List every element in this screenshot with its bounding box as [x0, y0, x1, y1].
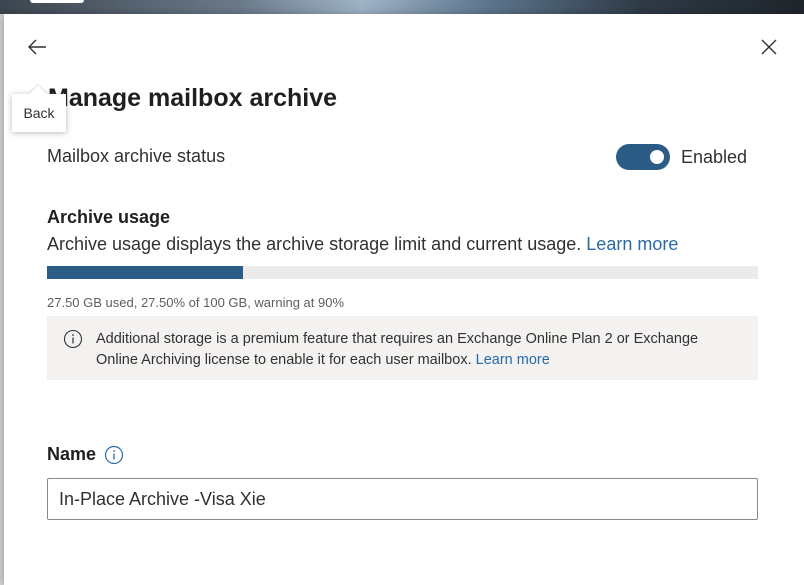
archive-status-toggle-group: Enabled [616, 144, 747, 170]
archive-usage-progress-bar [47, 266, 758, 279]
archive-status-toggle[interactable] [616, 144, 670, 170]
premium-storage-notice-text: Additional storage is a premium feature … [96, 329, 736, 371]
premium-storage-learn-more-link[interactable]: Learn more [476, 352, 550, 368]
name-field-label: Name [47, 444, 124, 465]
back-button[interactable] [22, 32, 52, 62]
premium-storage-notice: Additional storage is a premium feature … [47, 316, 758, 380]
page-title: Manage mailbox archive [48, 84, 338, 112]
name-label-text: Name [47, 444, 97, 464]
background-banner [0, 0, 804, 14]
name-input[interactable] [47, 478, 758, 520]
background-tab-fragment [30, 0, 84, 3]
archive-usage-description: Archive usage displays the archive stora… [47, 234, 678, 255]
archive-status-row: Mailbox archive status Enabled [47, 144, 747, 170]
archive-usage-heading: Archive usage [47, 207, 171, 227]
archive-status-label: Mailbox archive status [47, 146, 226, 166]
archive-usage-summary: 27.50 GB used, 27.50% of 100 GB, warning… [47, 295, 345, 310]
premium-storage-notice-body: Additional storage is a premium feature … [96, 331, 699, 368]
name-info-button[interactable] [104, 445, 124, 465]
arrow-left-icon [28, 39, 46, 55]
toggle-state-label: Enabled [681, 146, 748, 167]
archive-usage-progress-fill [47, 266, 243, 279]
info-icon [63, 329, 83, 349]
archive-usage-description-text: Archive usage displays the archive stora… [47, 234, 582, 254]
archive-usage-learn-more-link[interactable]: Learn more [586, 234, 678, 254]
close-button[interactable] [754, 32, 784, 62]
flyout-panel: Back Manage mailbox archive Mailbox arch… [4, 14, 804, 585]
close-icon [761, 39, 777, 55]
toggle-knob [650, 150, 664, 164]
back-tooltip: Back [12, 94, 66, 132]
info-icon [104, 445, 124, 464]
